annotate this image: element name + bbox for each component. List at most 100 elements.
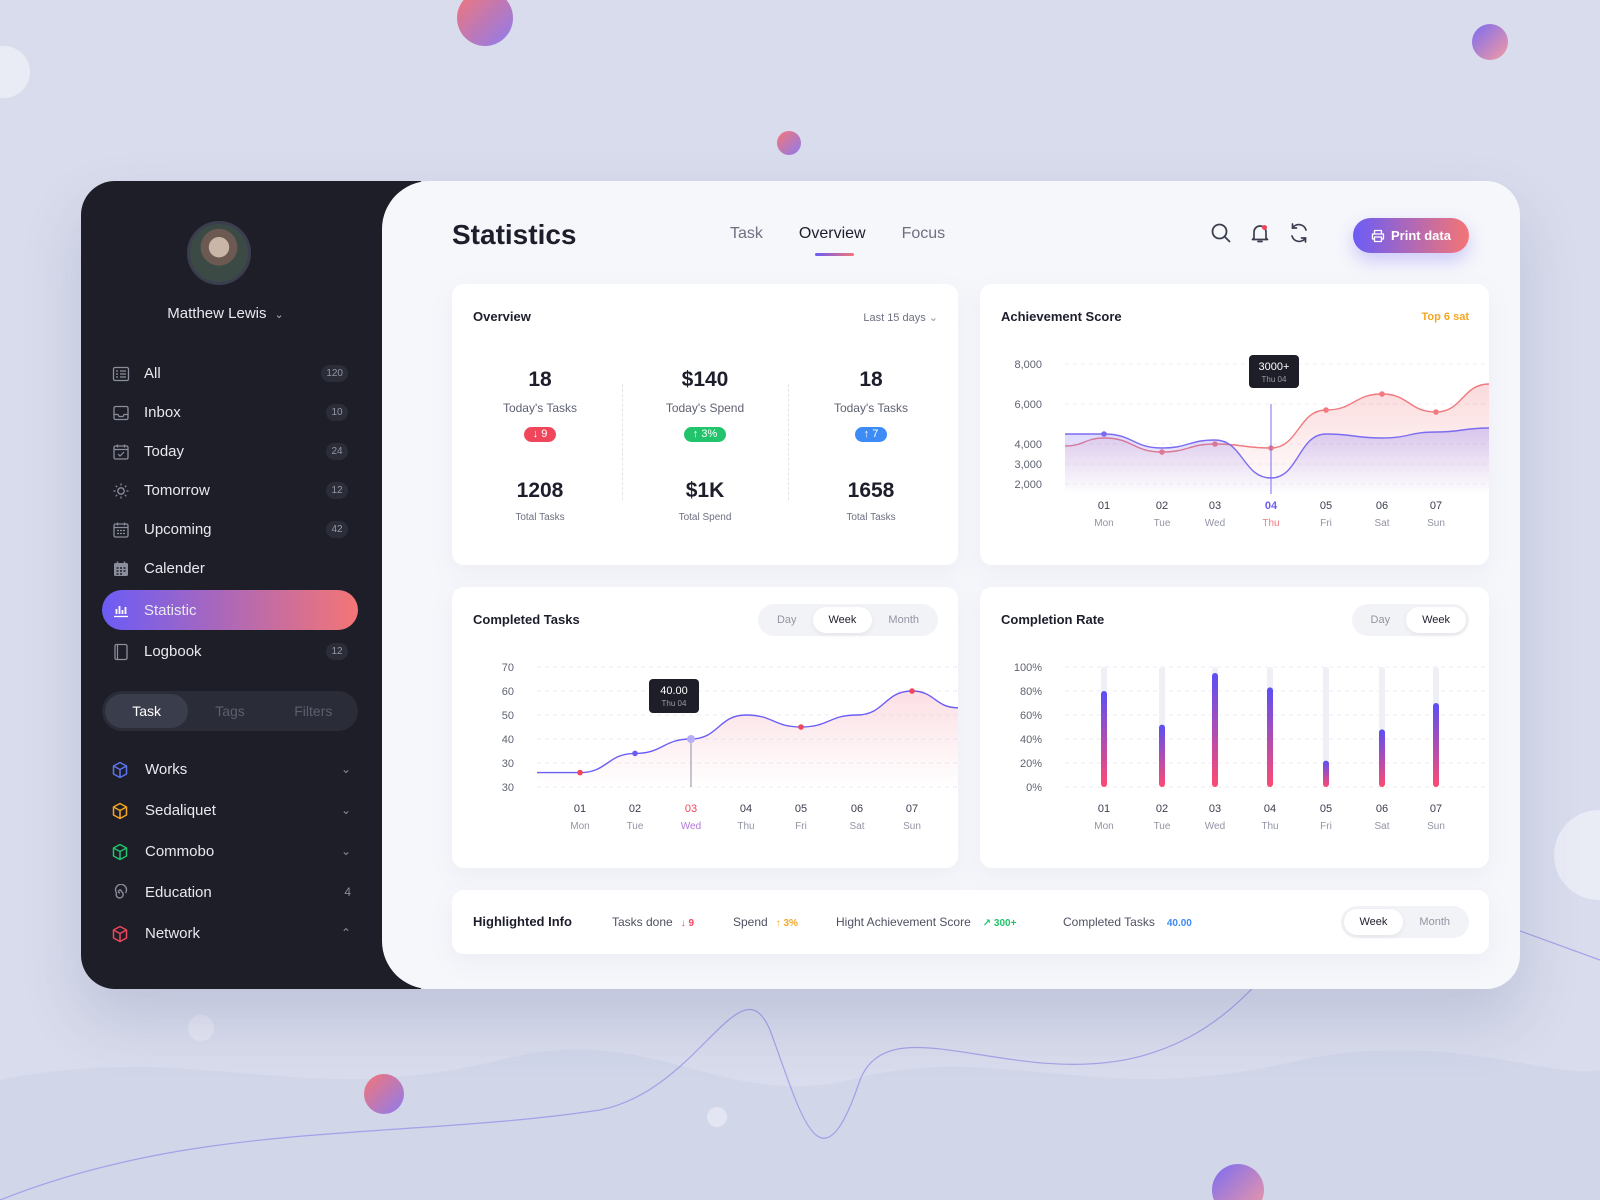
count-badge: 4 [344, 885, 351, 899]
chevron-down-icon[interactable]: ⌄ [341, 844, 351, 858]
y-tick-label: 100% [1014, 662, 1042, 674]
sidebar-item-all[interactable]: All 120 [102, 354, 358, 393]
data-point [577, 769, 583, 776]
x-tick-label: 03 [1209, 500, 1221, 512]
sidebar-item-label: Inbox [144, 404, 181, 421]
range-dropdown[interactable]: Last 15 days ⌄ [863, 311, 938, 324]
y-tick-label: 70 [502, 662, 514, 674]
segment-tags[interactable]: Tags [188, 694, 271, 728]
highlight-value: 40.00 [1166, 918, 1192, 929]
spiral-icon [114, 883, 128, 899]
x-tick-sub-label: Sun [1427, 518, 1445, 529]
segment-week[interactable]: Week [1406, 607, 1466, 633]
data-point [1101, 431, 1107, 437]
group-works[interactable]: Works ⌄ [111, 749, 351, 790]
sidebar-item-logbook[interactable]: Logbook 12 [102, 632, 358, 671]
y-tick-label: 40% [1020, 734, 1042, 746]
sidebar-item-tomorrow[interactable]: Tomorrow 12 [102, 471, 358, 510]
main-panel: Statistics Task Overview Focus Print dat… [382, 181, 1520, 989]
segment-task[interactable]: Task [105, 694, 189, 728]
y-tick-label: 30 [502, 758, 514, 770]
segment-day[interactable]: Day [761, 607, 813, 633]
group-label: Sedaliquet [145, 802, 216, 819]
data-point [798, 724, 804, 730]
bar [1267, 687, 1273, 787]
avatar[interactable] [187, 221, 251, 285]
x-tick-label: 06 [1376, 803, 1388, 815]
calendar-check-icon [112, 443, 130, 461]
highlight-label: Hight Achievement Score [836, 915, 971, 929]
sidebar-item-statistic[interactable]: Statistic [102, 590, 358, 630]
card-title: Completion Rate [1001, 612, 1105, 627]
chevron-down-icon: ⌄ [928, 312, 938, 324]
data-point [1323, 407, 1329, 413]
search-icon[interactable] [1209, 221, 1233, 245]
sidebar-item-inbox[interactable]: Inbox 10 [102, 393, 358, 432]
data-point [632, 750, 638, 757]
app-window: Matthew Lewis ⌄ All 120 Inbox 10 Today 24… [81, 181, 1520, 989]
delta-badge: ↑ 7 [854, 427, 888, 442]
bar [1212, 673, 1218, 787]
segment-month[interactable]: Month [1403, 909, 1466, 935]
highlight-value: ↓ 9 [680, 918, 695, 929]
group-label: Works [145, 761, 188, 778]
group-label: Network [145, 925, 201, 942]
x-tick-sub-label: Thu [737, 821, 754, 832]
sidebar-item-label: All [144, 365, 161, 382]
count-badge: 42 [326, 521, 348, 538]
overview-card: Overview Last 15 days ⌄ 18 Today's Tasks… [452, 284, 958, 565]
group-sedaliquet[interactable]: Sedaliquet ⌄ [111, 790, 351, 831]
card-title: Completed Tasks [473, 612, 580, 627]
chevron-down-icon[interactable]: ⌄ [341, 803, 351, 817]
group-commobo[interactable]: Commobo ⌄ [111, 831, 351, 872]
decor-orb [364, 1074, 404, 1114]
cube-icon [112, 802, 128, 819]
segment-month[interactable]: Month [872, 607, 935, 633]
y-tick-label: 3,000 [1014, 459, 1042, 471]
stat-total-label: Total Tasks [846, 512, 896, 523]
group-network[interactable]: Network ⌃ [111, 913, 351, 954]
tab-focus[interactable]: Focus [902, 225, 946, 243]
stat-total-tasks-2: 1658 Total Tasks [796, 479, 946, 523]
sidebar-item-upcoming[interactable]: Upcoming 42 [102, 510, 358, 549]
bar [1379, 729, 1385, 787]
y-tick-label: 20% [1020, 758, 1042, 770]
segment-filters[interactable]: Filters [272, 694, 355, 728]
stat-total-tasks: 1208 Total Tasks [465, 479, 615, 523]
x-tick-label: 01 [574, 803, 586, 815]
sidebar-item-calender[interactable]: Calender [102, 549, 358, 588]
stat-total: $1K [685, 479, 725, 502]
sidebar-segmented-control: Task Tags Filters [102, 691, 358, 731]
x-tick-label: 04 [740, 803, 752, 815]
segment-week[interactable]: Week [812, 607, 873, 633]
segment-day[interactable]: Day [1355, 607, 1407, 633]
sidebar-item-label: Today [144, 443, 185, 460]
range-label: Last 15 days [863, 312, 926, 324]
x-tick-sub-label: Thu [1261, 821, 1278, 832]
user-menu[interactable]: Matthew Lewis ⌄ [81, 305, 370, 322]
tooltip-value: 40.00 [660, 685, 688, 697]
y-tick-label: 60 [502, 686, 514, 698]
user-name: Matthew Lewis [167, 305, 267, 322]
tab-overview[interactable]: Overview [799, 225, 866, 256]
stat-total-spend: $1K Total Spend [630, 479, 780, 523]
group-education[interactable]: Education 4 [111, 872, 351, 913]
stat-today-spend: $140 Today's Spend ↑ 3% [630, 368, 780, 442]
divider [788, 384, 789, 500]
x-tick-sub-label: Tue [1154, 821, 1171, 832]
print-data-button[interactable]: Print data [1353, 218, 1469, 253]
tab-task[interactable]: Task [730, 225, 763, 243]
sidebar-item-today[interactable]: Today 24 [102, 432, 358, 471]
segment-week[interactable]: Week [1343, 909, 1404, 935]
sidebar-item-label: Tomorrow [144, 482, 210, 499]
bell-icon[interactable] [1248, 221, 1272, 245]
refresh-icon[interactable] [1287, 221, 1311, 245]
x-tick-sub-label: Wed [1205, 821, 1225, 832]
period-segmented-control: Day Week Month [757, 604, 938, 636]
cube-icon [112, 761, 128, 778]
decor-orb [777, 131, 801, 155]
chevron-up-icon[interactable]: ⌃ [341, 926, 351, 940]
chevron-down-icon[interactable]: ⌄ [341, 762, 351, 776]
completion-rate-card: Completion Rate Day Week 100% 80% 60% 40% 20… [980, 587, 1489, 868]
x-tick-sub-label: Mon [1094, 821, 1113, 832]
